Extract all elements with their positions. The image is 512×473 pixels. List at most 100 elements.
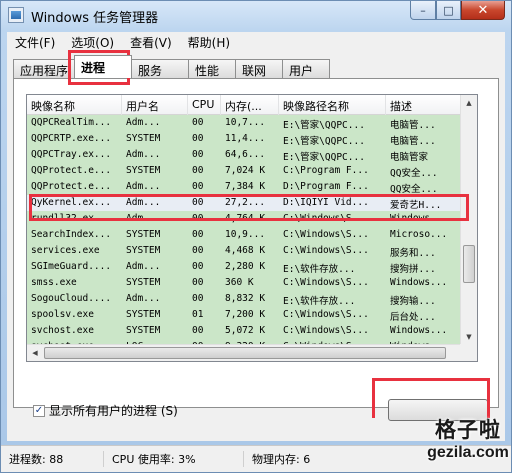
tab-processes[interactable]: 进程	[74, 55, 133, 78]
menu-bar: 文件(F) 选项(O) 查看(V) 帮助(H)	[7, 32, 505, 50]
cell-image-path: D:\Program F...	[283, 181, 369, 192]
cell-memory: 64,6...	[225, 149, 266, 160]
window-title: Windows 任务管理器	[31, 11, 159, 26]
cell-image-path: E:\软件存放...	[283, 264, 356, 275]
tab-networking[interactable]: 联网	[235, 59, 284, 78]
cell-cpu: 00	[192, 261, 204, 272]
cell-user-name: Adm...	[126, 293, 161, 304]
scroll-down-icon[interactable]: ▼	[461, 329, 477, 345]
horizontal-scrollbar[interactable]: ◀ ▶	[27, 344, 477, 361]
table-row[interactable]: svchost.exe SYSTEM 00 5,072 K C:\Windows\S..…	[27, 323, 461, 339]
table-row[interactable]: SGImeGuard.... Adm... 00 2,280 K E:\软件存放... 搜…	[27, 259, 461, 275]
cell-user-name: SYSTEM	[126, 165, 161, 176]
highlight-end-process-button	[372, 378, 490, 418]
menu-options[interactable]: 选项(O)	[63, 32, 122, 50]
cell-description: Windows...	[390, 277, 448, 288]
cell-description: QQ安全...	[390, 168, 438, 179]
checkbox-check-icon[interactable]: ✓	[33, 404, 45, 417]
cell-image-path: E:\管家\QQPC...	[283, 120, 365, 131]
table-row[interactable]: smss.exe SYSTEM 00 360 K C:\Windows\S... Wind…	[27, 275, 461, 291]
cell-user-name: Adm...	[126, 117, 161, 128]
cell-image-path: E:\管家\QQPC...	[283, 136, 365, 147]
cell-description: 电脑管家	[390, 152, 429, 163]
table-row[interactable]: spoolsv.exe SYSTEM 01 7,200 K C:\Windows\S..…	[27, 307, 461, 323]
column-description[interactable]: 描述	[386, 95, 461, 115]
cell-description: 电脑管...	[390, 120, 436, 131]
minimize-button[interactable]: –	[410, 1, 436, 20]
cell-image-path: E:\软件存放...	[283, 296, 356, 307]
menu-file[interactable]: 文件(F)	[7, 32, 63, 50]
task-manager-window: Windows 任务管理器 – □ ✕ 文件(F) 选项(O) 查看(V) 帮助…	[0, 0, 512, 473]
cell-cpu: 00	[192, 149, 204, 160]
cell-memory: 11,4...	[225, 133, 266, 144]
menu-view[interactable]: 查看(V)	[122, 32, 180, 50]
cell-image-name: svchost.exe	[31, 325, 94, 336]
table-row[interactable]: SogouCloud.... Adm... 00 8,832 K E:\软件存放... 搜…	[27, 291, 461, 307]
scroll-corner	[460, 344, 477, 361]
cell-cpu: 00	[192, 133, 204, 144]
status-physical-memory: 物理内存: 6	[252, 453, 311, 466]
window-controls: – □ ✕	[410, 1, 505, 21]
cell-image-name: QQProtect.e...	[31, 181, 112, 192]
tab-users[interactable]: 用户	[282, 59, 331, 78]
cell-memory: 2,280 K	[225, 261, 266, 272]
table-row[interactable]: services.exe SYSTEM 00 4,468 K C:\Windows\S.…	[27, 243, 461, 259]
cell-user-name: SYSTEM	[126, 277, 161, 288]
cell-description: 电脑管...	[390, 136, 436, 147]
cell-user-name: SYSTEM	[126, 325, 161, 336]
cell-memory: 10,9...	[225, 229, 266, 240]
cell-cpu: 00	[192, 229, 204, 240]
title-bar[interactable]: Windows 任务管理器 – □ ✕	[1, 1, 511, 29]
cell-cpu: 00	[192, 245, 204, 256]
cell-image-path: E:\管家\QQPC...	[283, 152, 365, 163]
cell-description: 后台处...	[390, 312, 436, 323]
status-cpu-usage: CPU 使用率: 3%	[104, 451, 244, 467]
scroll-up-icon[interactable]: ▲	[461, 95, 477, 111]
table-row[interactable]: QQProtect.e... SYSTEM 00 7,024 K C:\Program …	[27, 163, 461, 179]
cell-memory: 7,024 K	[225, 165, 266, 176]
tab-services[interactable]: 服务	[131, 59, 190, 78]
maximize-button[interactable]: □	[436, 1, 461, 20]
watermark-logo: 格子啦 gezila.com	[423, 417, 512, 473]
close-icon: ✕	[477, 2, 489, 18]
process-list[interactable]: 映像名称 用户名 CPU 内存(... 映像路径名称 描述 QQPCRealTi…	[26, 94, 478, 362]
column-memory[interactable]: 内存(...	[221, 95, 279, 115]
process-rows: QQPCRealTim... Adm... 00 10,7... E:\管家\QQPC.…	[27, 115, 461, 361]
cell-image-name: smss.exe	[31, 277, 77, 288]
cell-cpu: 00	[192, 181, 204, 192]
vertical-scroll-thumb[interactable]	[463, 245, 475, 283]
table-row[interactable]: SearchIndex... SYSTEM 00 10,9... C:\Windows\…	[27, 227, 461, 243]
column-image-name[interactable]: 映像名称	[27, 95, 122, 115]
menu-help[interactable]: 帮助(H)	[180, 32, 238, 50]
column-cpu[interactable]: CPU	[188, 95, 221, 115]
cell-description: 搜狗拼...	[390, 264, 436, 275]
cell-image-path: C:\Windows\S...	[283, 309, 369, 320]
horizontal-scroll-thumb[interactable]	[44, 347, 446, 359]
task-manager-icon	[8, 7, 24, 23]
table-row[interactable]: QQPCRTP.exe... SYSTEM 00 11,4... E:\管家\QQPC.…	[27, 131, 461, 147]
tab-performance[interactable]: 性能	[188, 59, 237, 78]
cell-memory: 360 K	[225, 277, 254, 288]
minimize-icon: –	[420, 3, 426, 17]
cell-cpu: 00	[192, 165, 204, 176]
table-row[interactable]: QQProtect.e... Adm... 00 7,384 K D:\Program …	[27, 179, 461, 195]
table-row[interactable]: QQPCRealTim... Adm... 00 10,7... E:\管家\QQPC.…	[27, 115, 461, 131]
table-row[interactable]: QQPCTray.ex... Adm... 00 64,6... E:\管家\QQPC.…	[27, 147, 461, 163]
cell-image-path: C:\Windows\S...	[283, 229, 369, 240]
cell-cpu: 00	[192, 117, 204, 128]
cell-user-name: SYSTEM	[126, 133, 161, 144]
show-all-users-checkbox[interactable]: ✓ 显示所有用户的进程 (S)	[33, 402, 178, 419]
cell-memory: 5,072 K	[225, 325, 266, 336]
close-button[interactable]: ✕	[461, 1, 505, 20]
cell-description: Windows...	[390, 325, 448, 336]
cell-user-name: Adm...	[126, 149, 161, 160]
scroll-left-icon[interactable]: ◀	[27, 345, 43, 361]
cell-image-path: C:\Program F...	[283, 165, 369, 176]
column-image-path[interactable]: 映像路径名称	[279, 95, 386, 115]
column-user-name[interactable]: 用户名	[122, 95, 188, 115]
cell-image-name: spoolsv.exe	[31, 309, 94, 320]
cell-image-name: QQPCRealTim...	[31, 117, 112, 128]
process-list-header: 映像名称 用户名 CPU 内存(... 映像路径名称 描述	[27, 95, 461, 115]
tab-applications[interactable]: 应用程序	[13, 59, 76, 78]
cell-image-name: QQPCTray.ex...	[31, 149, 112, 160]
